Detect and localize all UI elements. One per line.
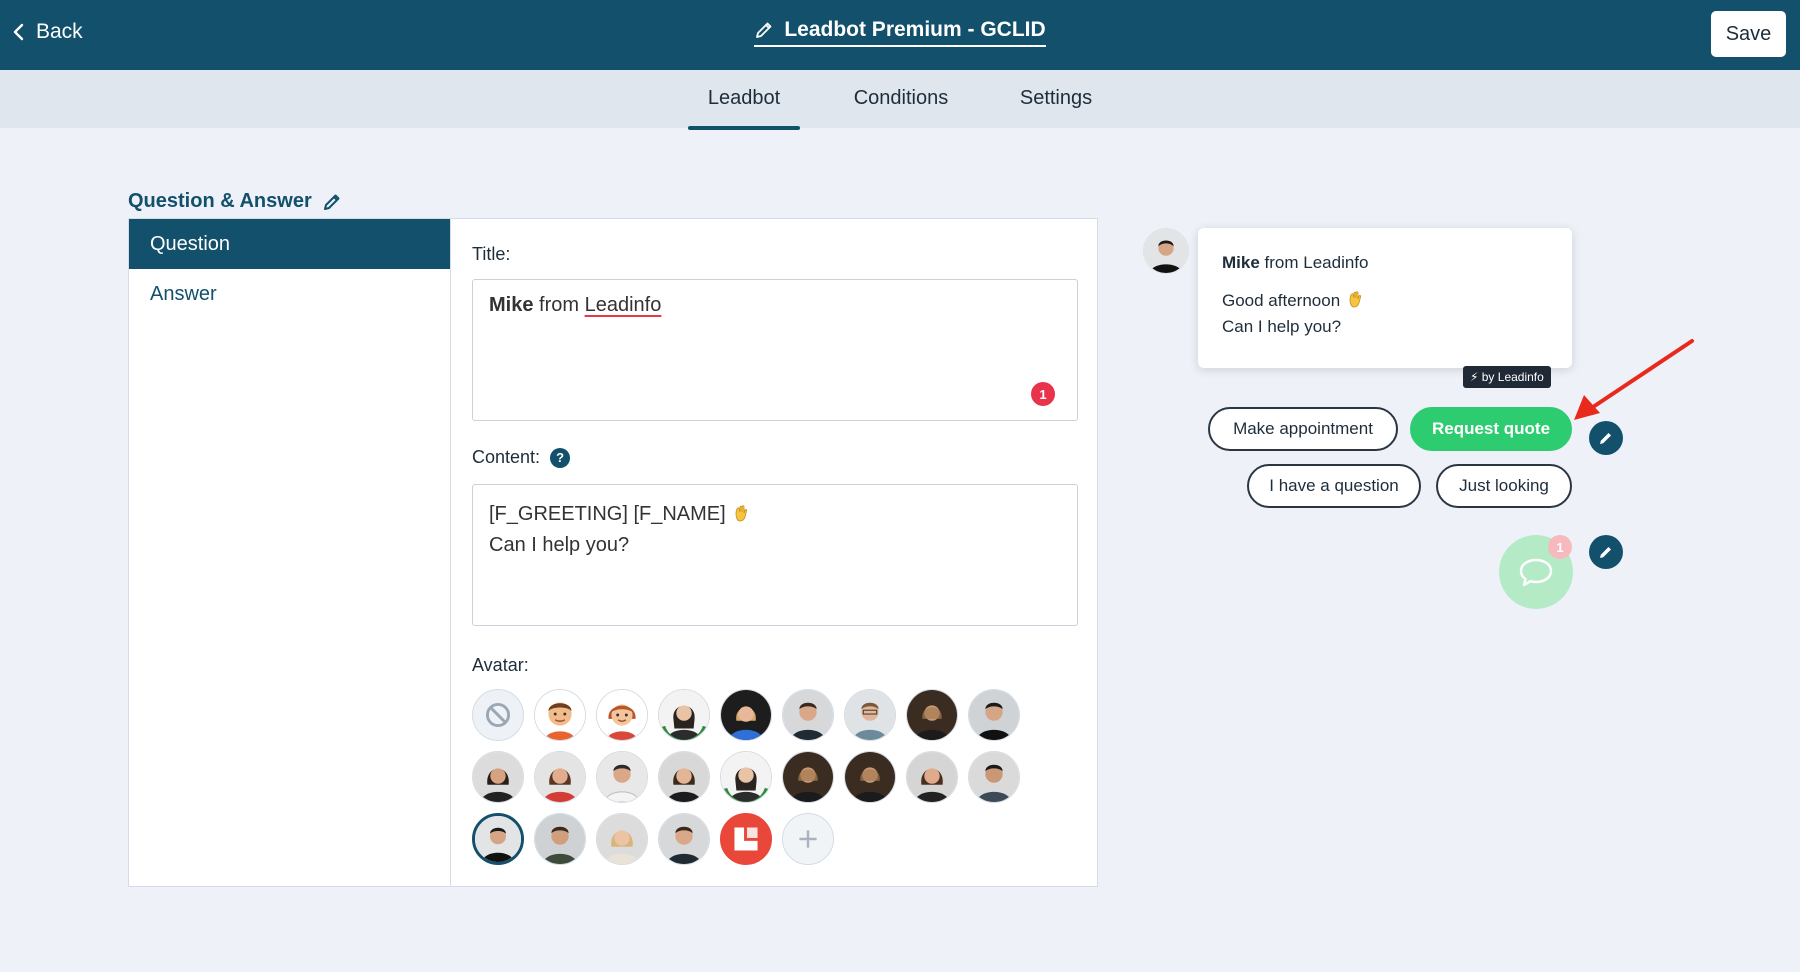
leadbot-title-text: Leadbot Premium - GCLID: [784, 18, 1046, 41]
avatar-option-photo[interactable]: [472, 751, 524, 803]
avatar-option-photo[interactable]: [534, 751, 586, 803]
chat-unread-badge: 1: [1548, 535, 1572, 559]
cartoon-face-icon: [535, 690, 585, 740]
preview-sender: Mike from Leadinfo: [1222, 253, 1369, 272]
person-photo-icon: [597, 814, 647, 864]
person-photo-icon: [907, 690, 957, 740]
title-label: Title:: [472, 244, 511, 264]
question-answer-panel: Question Answer Title: Mike from Leadinf…: [128, 218, 1098, 887]
person-photo-icon: [969, 690, 1019, 740]
avatar-option-photo[interactable]: [658, 689, 710, 741]
waving-hand-icon: [735, 505, 748, 522]
avatar-option-photo[interactable]: [844, 751, 896, 803]
edit-launcher-button[interactable]: [1589, 535, 1623, 569]
content-label-row: Content: ?: [472, 447, 571, 468]
top-bar: Back Leadbot Premium - GCLID Save: [0, 0, 1800, 70]
avatar-option-photo[interactable]: [534, 813, 586, 865]
error-count-badge: 1: [1031, 382, 1055, 406]
save-button[interactable]: Save: [1711, 11, 1786, 57]
person-photo-icon: [473, 752, 523, 802]
person-photo-icon: [969, 752, 1019, 802]
title-value: Mike from Leadinfo: [489, 294, 661, 316]
avatar-option-photo[interactable]: [596, 813, 648, 865]
avatar-option-photo[interactable]: [658, 751, 710, 803]
request-quote-button[interactable]: Request quote: [1410, 407, 1572, 451]
tab-settings[interactable]: Settings: [1011, 70, 1101, 128]
content-label: Content:: [472, 447, 541, 467]
avatar-option-cartoon-male[interactable]: [534, 689, 586, 741]
tab-conditions[interactable]: Conditions: [843, 70, 959, 128]
person-photo-icon: [845, 752, 895, 802]
avatar-option-photo[interactable]: [720, 751, 772, 803]
edit-buttons-button[interactable]: [1589, 421, 1623, 455]
avatar-option-photo[interactable]: [906, 689, 958, 741]
prohibited-icon: [485, 702, 511, 728]
person-photo-icon: [659, 690, 709, 740]
person-photo-icon: [597, 752, 647, 802]
pencil-icon: [756, 22, 772, 38]
person-photo-icon: [659, 752, 709, 802]
person-photo-icon: [721, 690, 771, 740]
make-appointment-button[interactable]: Make appointment: [1208, 407, 1398, 451]
title-from: from: [539, 294, 580, 316]
tab-bar: Leadbot Conditions Settings: [0, 70, 1800, 130]
annotation-arrow-icon: [1574, 339, 1694, 420]
speech-bubble-icon: [1519, 558, 1553, 587]
leadbot-title[interactable]: Leadbot Premium - GCLID: [754, 18, 1046, 47]
have-question-button[interactable]: I have a question: [1247, 464, 1421, 508]
plus-icon: [799, 830, 817, 848]
avatar-option-photo[interactable]: [906, 751, 958, 803]
person-photo-icon: [475, 816, 521, 862]
person-photo-icon: [783, 690, 833, 740]
section-heading: Question & Answer: [128, 190, 342, 213]
avatar-option-photo[interactable]: [844, 689, 896, 741]
sidenav-item-answer[interactable]: Answer: [129, 269, 450, 319]
content-field[interactable]: [F_GREETING] [F_NAME] Can I help you?: [472, 484, 1078, 626]
content-line-1: [F_GREETING] [F_NAME]: [489, 499, 1061, 530]
person-photo-icon: [783, 752, 833, 802]
avatar-option-photo[interactable]: [782, 689, 834, 741]
content-line-2: Can I help you?: [489, 534, 630, 556]
waving-hand-icon: [1349, 291, 1361, 308]
title-company: Leadinfo: [584, 294, 662, 316]
chat-preview-bubble: Mike from Leadinfo Good afternoon Can I …: [1198, 228, 1572, 368]
sidenav-item-question[interactable]: Question: [129, 219, 450, 269]
preview-avatar: [1143, 228, 1189, 274]
avatar-option-photo[interactable]: [596, 751, 648, 803]
title-sender-name: Mike: [489, 294, 534, 316]
preview-greeting: Good afternoon: [1222, 289, 1548, 311]
pencil-icon: [1600, 547, 1611, 558]
avatar-label: Avatar:: [472, 655, 529, 675]
person-photo-icon: [659, 814, 709, 864]
person-photo-icon: [907, 752, 957, 802]
avatar-option-photo[interactable]: [782, 751, 834, 803]
avatar-option-photo[interactable]: [968, 689, 1020, 741]
pencil-icon: [1600, 433, 1611, 444]
by-leadinfo-badge: ⚡ by Leadinfo: [1463, 366, 1551, 388]
avatar-option-photo[interactable]: [658, 813, 710, 865]
sidenav: Question Answer: [129, 219, 451, 886]
leadinfo-logo-icon: [721, 814, 771, 864]
section-title: Question & Answer: [128, 190, 312, 212]
avatar-option-photo[interactable]: [968, 751, 1020, 803]
person-photo-icon: [1144, 229, 1188, 273]
avatar-option-photo[interactable]: [720, 689, 772, 741]
avatar-option-selected[interactable]: [472, 813, 524, 865]
preview-question: Can I help you?: [1222, 317, 1342, 336]
avatar-option-logo[interactable]: [720, 813, 772, 865]
tab-leadbot[interactable]: Leadbot: [688, 70, 800, 130]
person-photo-icon: [535, 814, 585, 864]
title-field[interactable]: Mike from Leadinfo 1: [472, 279, 1078, 421]
person-photo-icon: [535, 752, 585, 802]
avatar-none-option[interactable]: [472, 689, 524, 741]
cartoon-face-icon: [597, 690, 647, 740]
help-icon[interactable]: ?: [550, 447, 571, 468]
edit-section-icon[interactable]: [322, 192, 342, 212]
just-looking-button[interactable]: Just looking: [1436, 464, 1572, 508]
person-photo-icon: [845, 690, 895, 740]
person-photo-icon: [721, 752, 771, 802]
avatar-option-cartoon-female[interactable]: [596, 689, 648, 741]
add-avatar-button[interactable]: [782, 813, 834, 865]
